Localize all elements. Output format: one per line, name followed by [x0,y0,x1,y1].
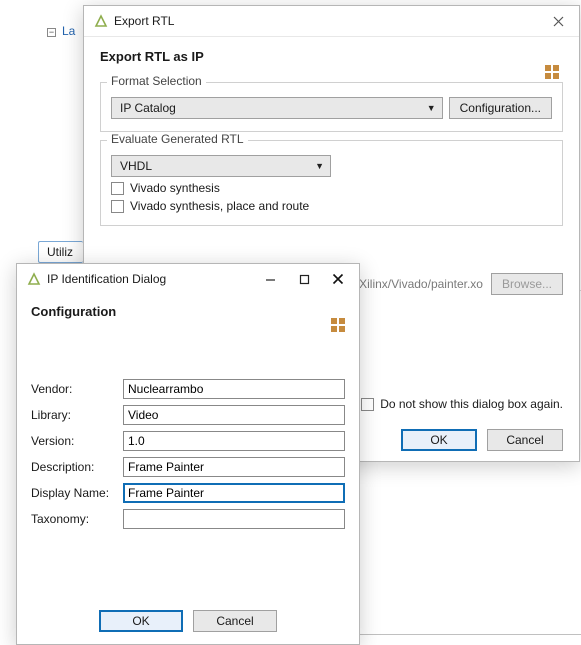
format-selection-legend: Format Selection [107,74,206,88]
close-button[interactable] [321,267,355,291]
language-select[interactable]: VHDL ▼ [111,155,331,177]
chevron-down-icon: ▼ [315,161,324,171]
version-row: Version: [31,431,345,451]
export-ok-button[interactable]: OK [401,429,477,451]
minimize-button[interactable] [253,267,287,291]
description-input[interactable] [123,457,345,477]
browse-button[interactable]: Browse... [491,273,563,295]
tree-item-partial[interactable]: La [62,24,75,38]
ip-cancel-label: Cancel [216,614,253,628]
vendor-row: Vendor: [31,379,345,399]
output-path-text: Xilinx/Vivado/painter.xo [359,277,483,291]
vendor-input[interactable] [123,379,345,399]
export-ok-label: OK [430,433,447,447]
grid-icon[interactable] [545,65,559,79]
ip-identification-dialog: IP Identification Dialog Configuration V… [16,263,360,645]
vivado-synth-label: Vivado synthesis [130,181,220,195]
utilization-label: Utiliz [47,245,73,259]
browse-button-label: Browse... [502,277,552,291]
display-name-label: Display Name: [31,486,123,500]
app-icon [94,14,108,28]
display-name-row: Display Name: [31,483,345,503]
vivado-synth-par-label: Vivado synthesis, place and route [130,199,309,213]
format-selection-group: Format Selection IP Catalog ▼ Configurat… [100,82,563,132]
configuration-button[interactable]: Configuration... [449,97,552,119]
vivado-synth-par-checkbox[interactable]: Vivado synthesis, place and route [111,199,552,213]
output-path-row: Xilinx/Vivado/painter.xo Browse... [359,273,563,295]
ip-dialog-heading: Configuration [31,304,345,319]
export-cancel-label: Cancel [506,433,543,447]
display-name-input[interactable] [123,483,345,503]
checkbox-box [361,398,374,411]
grid-icon[interactable] [331,318,345,332]
language-select-value: VHDL [120,159,152,173]
utilization-button-partial[interactable]: Utiliz [38,241,83,263]
app-icon [27,272,41,286]
version-input[interactable] [123,431,345,451]
close-button[interactable] [543,9,573,33]
checkbox-box [111,200,124,213]
do-not-show-label: Do not show this dialog box again. [380,397,563,411]
library-label: Library: [31,408,123,422]
evaluate-rtl-legend: Evaluate Generated RTL [107,132,248,146]
taxonomy-input[interactable] [123,509,345,529]
evaluate-rtl-group: Evaluate Generated RTL VHDL ▼ Vivado syn… [100,140,563,226]
tree-collapse-glyph[interactable]: − [47,28,56,37]
ip-ok-button[interactable]: OK [99,610,183,632]
version-label: Version: [31,434,123,448]
description-row: Description: [31,457,345,477]
configuration-button-label: Configuration... [460,101,541,115]
do-not-show-checkbox[interactable]: Do not show this dialog box again. [361,397,563,411]
taxonomy-label: Taxonomy: [31,512,123,526]
export-rtl-title: Export RTL [114,14,174,28]
format-select-value: IP Catalog [120,101,176,115]
checkbox-box [111,182,124,195]
ip-cancel-button[interactable]: Cancel [193,610,277,632]
export-rtl-heading: Export RTL as IP [100,49,563,64]
format-select[interactable]: IP Catalog ▼ [111,97,443,119]
ip-dialog-titlebar[interactable]: IP Identification Dialog [17,264,359,294]
description-label: Description: [31,460,123,474]
ip-dialog-title: IP Identification Dialog [47,272,166,286]
ip-ok-label: OK [132,614,149,628]
chevron-down-icon: ▼ [427,103,436,113]
taxonomy-row: Taxonomy: [31,509,345,529]
export-cancel-button[interactable]: Cancel [487,429,563,451]
maximize-button[interactable] [287,267,321,291]
library-row: Library: [31,405,345,425]
bg-bottom-edge [358,634,581,635]
vivado-synth-checkbox[interactable]: Vivado synthesis [111,181,552,195]
library-input[interactable] [123,405,345,425]
export-rtl-titlebar[interactable]: Export RTL [84,6,579,37]
vendor-label: Vendor: [31,382,123,396]
